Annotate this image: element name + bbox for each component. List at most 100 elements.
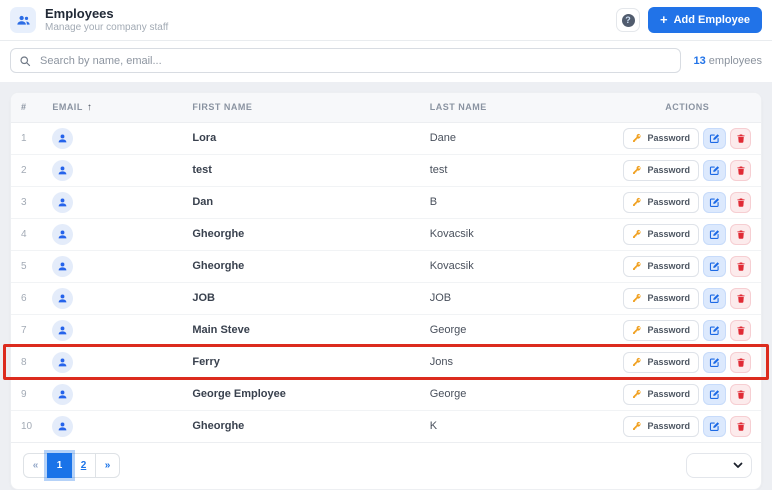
password-button[interactable]: Password [623, 351, 699, 373]
row-number: 2 [11, 154, 43, 187]
first-name-cell: Gheorghe [182, 250, 420, 283]
edit-icon [709, 229, 720, 239]
last-name-cell: Dane [419, 122, 614, 155]
employees-table: # EMAIL ↑ FIRST NAME LAST NAME ACTIONS 1 … [11, 93, 761, 443]
pagination: « 1 2» [23, 452, 120, 478]
key-icon [633, 389, 641, 398]
last-name-cell: Kovacsik [419, 218, 614, 251]
first-name-cell: Dan [182, 186, 420, 219]
first-name-cell: JOB [182, 282, 420, 315]
password-button-label: Password [647, 389, 690, 399]
delete-button[interactable] [730, 223, 751, 245]
table-row: 10 Gheorghe K Password [11, 410, 761, 443]
first-name-cell: Lora [182, 122, 420, 155]
first-name-cell: Main Steve [182, 314, 420, 347]
edit-icon [709, 389, 720, 399]
row-number: 1 [11, 122, 43, 155]
employees-table-card: # EMAIL ↑ FIRST NAME LAST NAME ACTIONS 1 … [10, 92, 762, 490]
password-button[interactable]: Password [623, 127, 699, 149]
help-button[interactable]: ? [616, 8, 640, 32]
topbar: Employees Manage your company staff ? + … [0, 0, 772, 41]
table-row: 6 JOB JOB Password [11, 282, 761, 315]
employee-avatar-icon [52, 351, 74, 373]
key-icon [633, 197, 641, 206]
column-header-last-name[interactable]: LAST NAME [419, 93, 614, 123]
edit-button[interactable] [703, 255, 726, 277]
column-header-email[interactable]: EMAIL ↑ [42, 93, 183, 123]
password-button[interactable]: Password [623, 415, 699, 437]
search-input[interactable] [10, 48, 682, 73]
row-number: 6 [11, 282, 43, 315]
password-button[interactable]: Password [623, 383, 699, 405]
row-number: 7 [11, 314, 43, 347]
key-icon [633, 293, 641, 302]
row-number: 5 [11, 250, 43, 283]
delete-button[interactable] [730, 287, 751, 309]
password-button-label: Password [647, 165, 690, 175]
password-button-label: Password [647, 229, 690, 239]
edit-button[interactable] [703, 191, 726, 213]
password-button-label: Password [647, 325, 690, 335]
add-employee-label: Add Employee [673, 14, 750, 26]
edit-icon [709, 293, 720, 303]
delete-button[interactable] [730, 159, 751, 181]
password-button[interactable]: Password [623, 191, 699, 213]
delete-button[interactable] [730, 319, 751, 341]
edit-button[interactable] [703, 287, 726, 309]
column-header-first-name[interactable]: FIRST NAME [182, 93, 420, 123]
sort-asc-icon: ↑ [86, 101, 93, 113]
edit-button[interactable] [703, 159, 726, 181]
pagination-page-2[interactable]: 2 [71, 452, 96, 478]
key-icon [633, 261, 641, 270]
trash-icon [736, 294, 745, 303]
chevron-down-icon [733, 462, 743, 468]
trash-icon [736, 134, 745, 143]
password-button[interactable]: Password [623, 223, 699, 245]
password-button-label: Password [647, 261, 690, 271]
delete-button[interactable] [730, 351, 751, 373]
plus-icon: + [660, 12, 668, 27]
delete-button[interactable] [730, 415, 751, 437]
employee-avatar-icon [52, 191, 74, 213]
pagination-page-1[interactable]: 1 [47, 452, 72, 478]
edit-button[interactable] [703, 223, 726, 245]
password-button-label: Password [647, 357, 690, 367]
delete-button[interactable] [730, 255, 751, 277]
edit-button[interactable] [703, 127, 726, 149]
key-icon [633, 421, 641, 430]
password-button[interactable]: Password [623, 319, 699, 341]
edit-button[interactable] [703, 415, 726, 437]
row-number: 3 [11, 186, 43, 219]
trash-icon [736, 358, 745, 367]
key-icon [633, 357, 641, 366]
pagination-first-button[interactable]: « [23, 452, 48, 478]
table-row: 1 Lora Dane Password [11, 122, 761, 155]
employee-avatar-icon [52, 383, 74, 405]
delete-button[interactable] [730, 127, 751, 149]
delete-button[interactable] [730, 191, 751, 213]
key-icon [633, 133, 641, 142]
first-name-cell: George Employee [182, 378, 420, 411]
edit-button[interactable] [703, 351, 726, 373]
table-row: 5 Gheorghe Kovacsik Password [11, 250, 761, 283]
table-row: 7 Main Steve George Password [11, 314, 761, 347]
employees-group-icon [10, 7, 36, 33]
employee-avatar-icon [52, 255, 74, 277]
pagination-last-button[interactable]: » [95, 452, 120, 478]
edit-icon [709, 261, 720, 271]
trash-icon [736, 422, 745, 431]
search-row: 13 employees [0, 41, 772, 82]
password-button[interactable]: Password [623, 255, 699, 277]
first-name-cell: Gheorghe [182, 218, 420, 251]
page-size-select[interactable] [686, 452, 752, 478]
last-name-cell: George [419, 378, 614, 411]
edit-button[interactable] [703, 319, 726, 341]
delete-button[interactable] [730, 383, 751, 405]
last-name-cell: K [419, 410, 614, 443]
edit-button[interactable] [703, 383, 726, 405]
password-button[interactable]: Password [623, 287, 699, 309]
table-row: 8 Ferry Jons Password [11, 346, 761, 379]
password-button[interactable]: Password [623, 159, 699, 181]
add-employee-button[interactable]: + Add Employee [648, 7, 762, 33]
edit-icon [709, 133, 720, 143]
